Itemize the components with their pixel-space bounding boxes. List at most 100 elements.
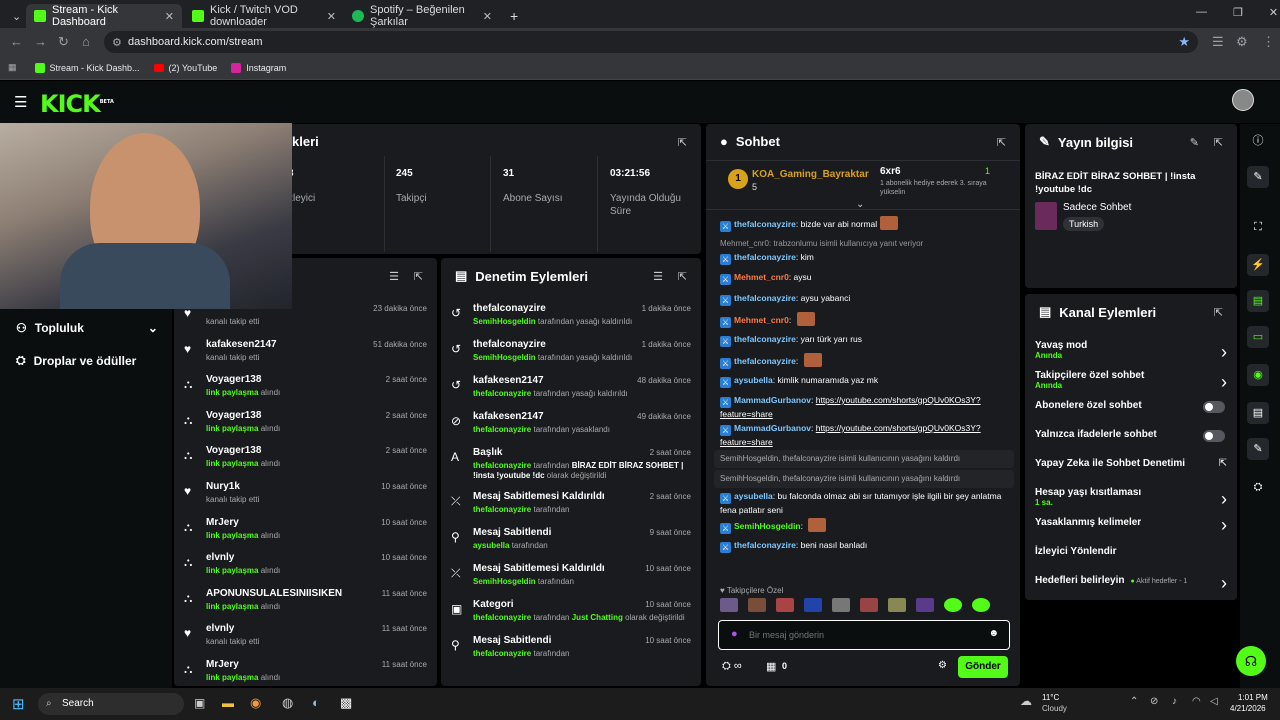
steam-icon[interactable]: ◐ <box>312 695 320 710</box>
activity-username[interactable]: Nury1k <box>206 481 240 492</box>
moderation-target[interactable]: Başlık <box>473 447 502 458</box>
microphone-icon[interactable]: ● <box>731 628 738 640</box>
bookmark-kick[interactable]: Stream - Kick Dashb... <box>34 62 140 73</box>
home-icon[interactable]: ⌂ <box>82 34 90 49</box>
chat-username[interactable]: MammadGurbanov <box>734 423 811 433</box>
chatter-avatar[interactable] <box>776 598 794 612</box>
toggle-switch[interactable] <box>1203 401 1225 413</box>
windows-start-icon[interactable]: ⊞ <box>12 695 25 713</box>
chatter-avatar[interactable] <box>720 598 738 612</box>
popout-icon[interactable]: ⇱ <box>414 270 423 283</box>
clock-date[interactable]: 4/21/2026 <box>1230 704 1266 713</box>
channel-action-item[interactable]: Yalnızca ifadelerle sohbet <box>1035 429 1225 440</box>
filter-icon[interactable]: ☰ <box>653 270 663 283</box>
activity-username[interactable]: Voyager138 <box>206 410 261 421</box>
popout-icon[interactable]: ⇱ <box>1214 306 1223 319</box>
reading-list-icon[interactable]: ☰ <box>1212 34 1224 50</box>
chat-username[interactable]: aysubella <box>734 375 773 385</box>
info-icon[interactable]: ⓘ <box>1247 130 1269 152</box>
external-link-icon[interactable]: ⇱ <box>1219 458 1227 469</box>
channel-action-item[interactable]: Yapay Zeka ile Sohbet Denetimi <box>1035 458 1225 469</box>
expand-chevron-icon[interactable]: ⌄ <box>856 199 864 210</box>
chat-icon[interactable]: ▭ <box>1247 326 1269 348</box>
list-icon[interactable]: ▤ <box>1247 402 1269 424</box>
chat-username[interactable]: thefalconayzire <box>734 334 796 344</box>
chatter-avatar[interactable] <box>888 598 906 612</box>
moderator-name[interactable]: thefalconayzire <box>473 613 531 622</box>
channel-action-item[interactable]: Hesap yaşı kısıtlaması 1 sa. <box>1035 487 1225 507</box>
network-icon[interactable]: ⊘ <box>1150 696 1158 707</box>
broadcast-icon[interactable]: ◉ <box>1247 364 1269 386</box>
chat-username[interactable]: thefalconayzire <box>734 219 796 229</box>
chat-username[interactable]: SemihHosgeldin <box>734 521 801 531</box>
lightning-icon[interactable]: ⚡ <box>1247 254 1269 276</box>
back-icon[interactable]: ← <box>10 34 23 49</box>
new-tab-button[interactable]: + <box>502 4 526 28</box>
tray-chevron-icon[interactable]: ⌃ <box>1130 696 1138 707</box>
moderation-target[interactable]: Kategori <box>473 599 514 610</box>
wrench-icon[interactable]: ✎ <box>1247 438 1269 460</box>
channel-action-item[interactable]: Yasaklanmış kelimeler <box>1035 517 1225 528</box>
gifter-2-name[interactable]: 6xr6 <box>880 166 901 177</box>
community-icon[interactable]: ⛭ <box>1247 476 1269 498</box>
site-info-icon[interactable]: ⚙ <box>112 36 122 49</box>
taskbar-search[interactable]: ⌕ Search <box>38 693 184 715</box>
moderation-target[interactable]: Mesaj Sabitlendi <box>473 635 551 646</box>
url-input[interactable]: ⚙ dashboard.kick.com/stream ★ <box>104 31 1198 53</box>
bookmark-star-icon[interactable]: ★ <box>1178 34 1190 50</box>
menu-icon[interactable]: ⋮ <box>1262 34 1275 50</box>
chatter-avatar[interactable] <box>804 598 822 612</box>
minimize-icon[interactable]: — <box>1196 6 1207 19</box>
chatter-avatar[interactable] <box>748 598 766 612</box>
activity-username[interactable]: Voyager138 <box>206 445 261 456</box>
chatter-avatar[interactable] <box>944 598 962 612</box>
chatter-avatar[interactable] <box>916 598 934 612</box>
chat-message-input[interactable] <box>749 626 979 644</box>
community-points-icon[interactable]: ⛭ ∞ <box>722 660 742 673</box>
chat-username[interactable]: thefalconayzire <box>734 356 796 366</box>
popout-icon[interactable]: ⇱ <box>1214 136 1223 149</box>
top-gifter-name[interactable]: KOA_Gaming_Bayraktar <box>752 169 869 180</box>
activity-username[interactable]: MrJery <box>206 659 239 670</box>
close-icon[interactable]: ✕ <box>327 10 336 23</box>
moderator-name[interactable]: thefalconayzire <box>473 425 531 434</box>
moderator-name[interactable]: SemihHosgeldin <box>473 577 536 586</box>
chatter-avatar[interactable] <box>832 598 850 612</box>
extensions-icon[interactable]: ⚙ <box>1236 34 1248 50</box>
channel-action-item[interactable]: Takipçilere özel sohbet Anında <box>1035 370 1225 390</box>
edit-icon[interactable]: ✎ <box>1190 136 1199 149</box>
moderation-target[interactable]: thefalconayzire <box>473 339 546 350</box>
chat-username[interactable]: aysubella <box>734 491 773 501</box>
chat-username[interactable]: Mehmet_cnr0 <box>734 272 789 282</box>
clock-time[interactable]: 1:01 PM <box>1238 693 1268 702</box>
nav-droplar[interactable]: ⛭ Droplar ve ödüller <box>16 353 136 368</box>
activity-username[interactable]: APONUNSULALESINIISIKEN <box>206 588 342 599</box>
chat-username[interactable]: MammadGurbanov <box>734 395 811 405</box>
user-avatar[interactable] <box>1232 89 1254 111</box>
popout-icon[interactable]: ⇱ <box>678 136 687 149</box>
moderator-name[interactable]: thefalconayzire <box>473 505 531 514</box>
moderator-name[interactable]: aysubella <box>473 541 509 550</box>
apps-icon[interactable]: ▦ <box>8 62 17 73</box>
maximize-icon[interactable]: ❐ <box>1233 6 1243 19</box>
moderation-target[interactable]: thefalconayzire <box>473 303 546 314</box>
moderator-name[interactable]: thefalconayzire <box>473 649 531 658</box>
chat-settings-icon[interactable]: ⚙ <box>938 660 947 671</box>
close-window-icon[interactable]: ✕ <box>1269 6 1278 19</box>
tab-vod-downloader[interactable]: Kick / Twitch VOD downloader ✕ <box>184 4 344 28</box>
bookmark-youtube[interactable]: (2) YouTube <box>153 63 217 73</box>
file-explorer-icon[interactable]: ▬ <box>222 696 234 710</box>
popout-icon[interactable]: ⇱ <box>997 136 1006 149</box>
popout-icon[interactable]: ⇱ <box>678 270 687 283</box>
activity-username[interactable]: elvnly <box>206 552 234 563</box>
app-icon[interactable]: ▩ <box>340 695 352 711</box>
bookmark-instagram[interactable]: Instagram <box>231 62 286 73</box>
moderator-name[interactable]: thefalconayzire <box>473 461 531 470</box>
forward-icon[interactable]: → <box>34 34 47 49</box>
moderator-name[interactable]: SemihHosgeldin <box>473 317 536 326</box>
moderation-target[interactable]: kafakesen2147 <box>473 411 544 422</box>
channel-action-item[interactable]: Hedefleri belirleyin ● Aktif hedefler - 1 <box>1035 575 1225 586</box>
activity-username[interactable]: kafakesen2147 <box>206 339 277 350</box>
moderator-name[interactable]: thefalconayzire <box>473 389 531 398</box>
support-chat-icon[interactable]: ☊ <box>1236 646 1266 676</box>
